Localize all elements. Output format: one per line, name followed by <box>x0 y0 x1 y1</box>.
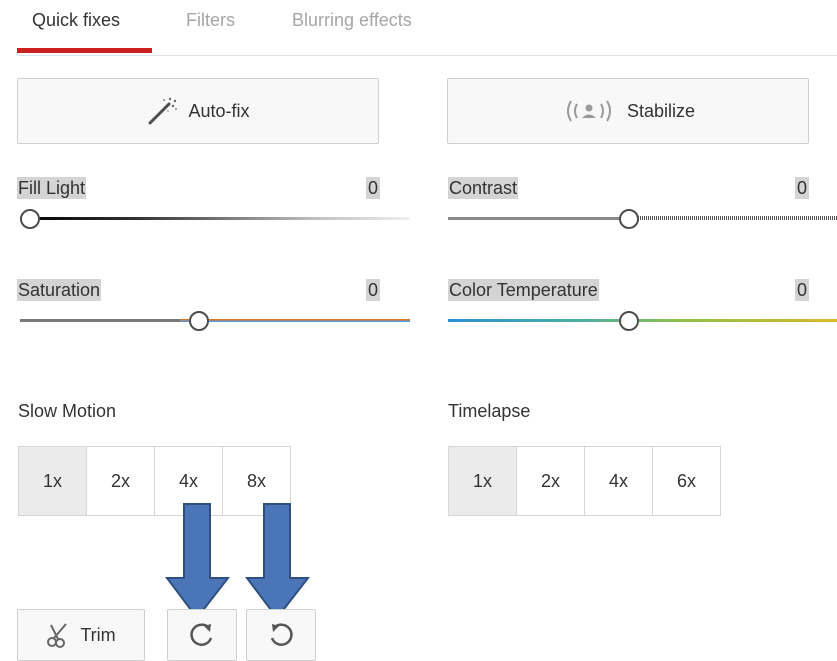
active-tab-indicator <box>17 48 152 53</box>
fill-light-track[interactable] <box>20 217 410 220</box>
saturation-value: 0 <box>366 279 381 301</box>
trim-button[interactable]: Trim <box>17 609 145 661</box>
color-temperature-slider-thumb[interactable] <box>619 311 639 331</box>
fill-light-label: Fill Light <box>17 177 87 199</box>
color-temperature-label: Color Temperature <box>448 279 599 301</box>
stabilize-label: Stabilize <box>626 100 696 121</box>
tab-filters[interactable]: Filters <box>186 10 235 31</box>
rotate-left-button[interactable] <box>246 609 316 661</box>
saturation-slider-thumb[interactable] <box>189 311 209 331</box>
contrast-label: Contrast <box>448 177 519 199</box>
contrast-track-left[interactable] <box>448 217 628 220</box>
tab-quick-fixes[interactable]: Quick fixes <box>32 10 120 31</box>
rotate-right-button[interactable] <box>167 609 237 661</box>
trim-label: Trim <box>80 624 116 645</box>
contrast-track-right[interactable] <box>638 216 837 220</box>
annotation-arrow-2 <box>245 503 311 620</box>
auto-fix-button[interactable]: Auto-fix <box>17 78 379 144</box>
timelapse-6x[interactable]: 6x <box>652 446 721 516</box>
timelapse-4x[interactable]: 4x <box>584 446 653 516</box>
slow-motion-1x[interactable]: 1x <box>18 446 87 516</box>
magic-wand-icon <box>146 96 178 126</box>
fill-light-value: 0 <box>366 177 381 199</box>
tabs-divider <box>17 55 837 56</box>
rotate-counterclockwise-icon <box>266 620 296 650</box>
slow-motion-label: Slow Motion <box>18 401 117 421</box>
scissors-icon <box>46 622 70 648</box>
timelapse-label: Timelapse <box>448 401 531 421</box>
stabilize-button[interactable]: Stabilize <box>447 78 809 144</box>
saturation-label: Saturation <box>17 279 102 301</box>
tab-blurring-effects[interactable]: Blurring effects <box>292 10 412 31</box>
stabilize-icon <box>561 96 617 126</box>
fill-light-slider-thumb[interactable] <box>20 209 40 229</box>
annotation-arrow-1 <box>165 503 231 620</box>
auto-fix-label: Auto-fix <box>188 100 250 121</box>
color-temperature-track[interactable] <box>448 319 837 322</box>
timelapse-2x[interactable]: 2x <box>516 446 585 516</box>
color-temperature-value: 0 <box>795 279 810 301</box>
contrast-value: 0 <box>795 177 810 199</box>
saturation-track-grey <box>20 319 180 322</box>
rotate-clockwise-icon <box>187 620 217 650</box>
contrast-slider-thumb[interactable] <box>619 209 639 229</box>
timelapse-1x[interactable]: 1x <box>448 446 517 516</box>
slow-motion-2x[interactable]: 2x <box>86 446 155 516</box>
